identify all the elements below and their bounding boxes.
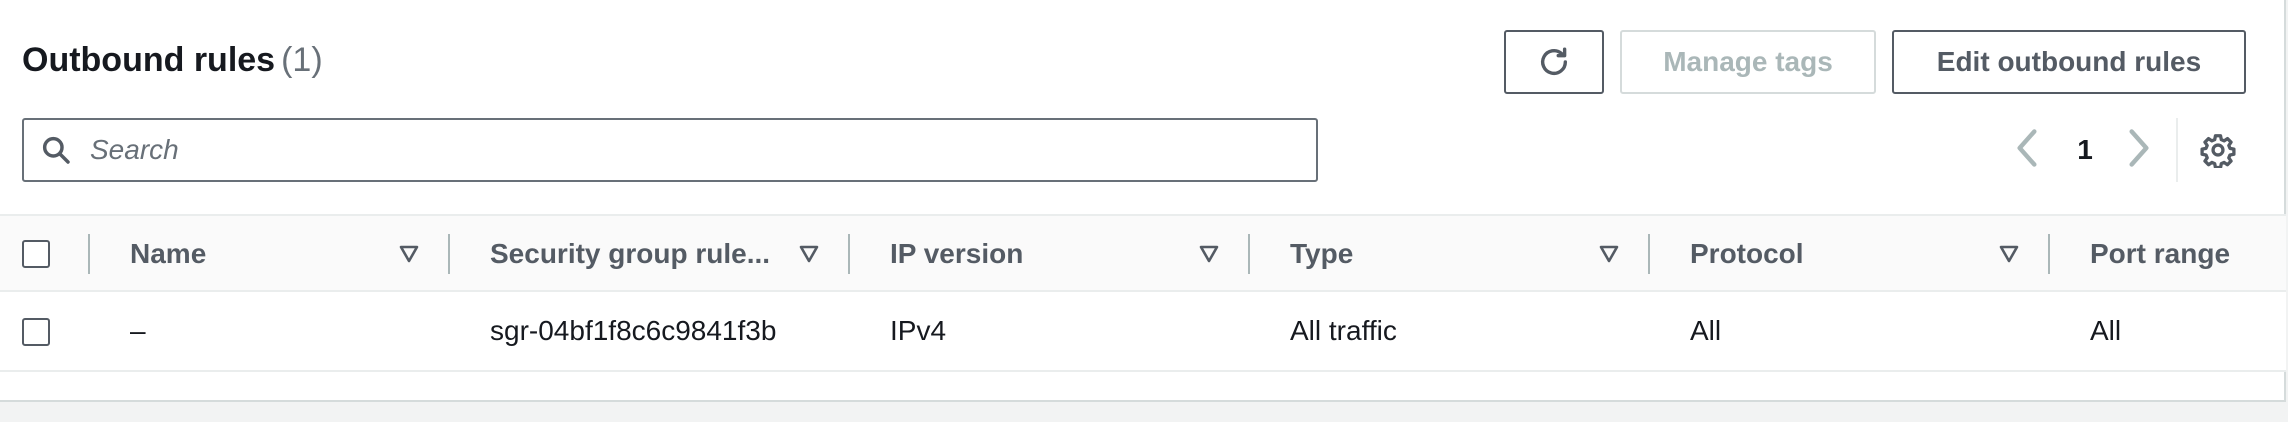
search-field[interactable] [22,118,1318,182]
page-title: Outbound rules (1) [22,38,323,82]
cell-port-range: All [2090,315,2122,346]
edit-outbound-rules-button[interactable]: Edit outbound rules [1892,30,2246,94]
refresh-icon [1540,47,1568,75]
title-text: Outbound rules [22,41,276,79]
select-all-checkbox[interactable] [22,240,50,268]
search-input[interactable] [90,134,1270,166]
sort-icon[interactable] [1998,244,2020,264]
column-resizer[interactable] [1648,234,1650,274]
rule-count: (1) [281,41,323,79]
gear-icon[interactable] [2200,132,2236,168]
column-header-port-range[interactable]: Port range [2090,238,2230,270]
chevron-left-icon[interactable] [2012,126,2042,170]
sort-icon[interactable] [398,244,420,264]
cell-protocol: All [1690,315,1722,346]
column-resizer[interactable] [1248,234,1250,274]
outbound-rules-panel: Outbound rules (1) Manage tags Edit outbo… [0,0,2286,402]
search-icon [42,136,70,164]
cell-name: – [130,315,146,346]
table-header: Name Security group rule... IP version T… [0,214,2286,292]
column-header-protocol[interactable]: Protocol [1690,238,1804,270]
row-select-checkbox[interactable] [22,318,50,346]
pagination-divider [2176,118,2178,182]
sort-icon[interactable] [1598,244,1620,264]
sort-icon[interactable] [1198,244,1220,264]
column-resizer[interactable] [448,234,450,274]
sort-icon[interactable] [798,244,820,264]
column-divider [88,234,90,274]
cell-type: All traffic [1290,315,1397,346]
column-resizer[interactable] [2048,234,2050,274]
column-header-ip-version[interactable]: IP version [890,238,1023,270]
chevron-right-icon[interactable] [2124,126,2154,170]
cell-security-group-rule-id: sgr-04bf1f8c6c9841f3b [490,315,777,346]
current-page-number[interactable]: 1 [2074,130,2096,170]
refresh-button[interactable] [1504,30,1604,94]
column-header-name[interactable]: Name [130,238,206,270]
cell-ip-version: IPv4 [890,315,947,346]
column-header-type[interactable]: Type [1290,238,1353,270]
table-row[interactable]: – sgr-04bf1f8c6c9841f3b IPv4 All traffic… [0,292,2286,372]
column-header-security-group-rule[interactable]: Security group rule... [490,238,770,270]
column-resizer[interactable] [848,234,850,274]
manage-tags-button[interactable]: Manage tags [1620,30,1876,94]
